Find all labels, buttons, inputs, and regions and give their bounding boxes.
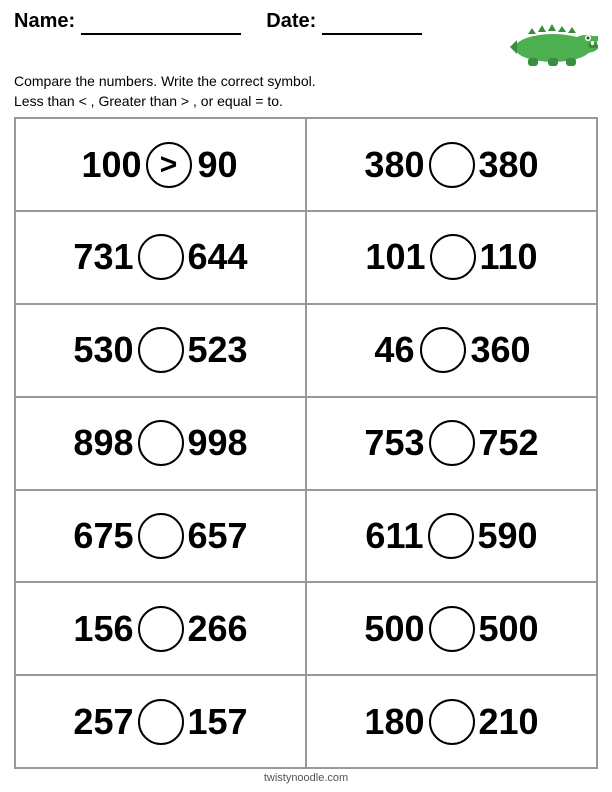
footer-text: twistynoodle.com: [264, 772, 348, 784]
symbol-circle[interactable]: [138, 327, 184, 373]
left-number: 101: [365, 236, 425, 278]
table-row: 898 998: [16, 398, 307, 491]
table-row: 530 523: [16, 305, 307, 398]
left-number: 257: [73, 701, 133, 743]
symbol-circle[interactable]: [429, 606, 475, 652]
table-row: 46 360: [307, 305, 598, 398]
left-number: 898: [73, 422, 133, 464]
table-row: 100>90: [16, 119, 307, 212]
symbol-circle[interactable]: [138, 420, 184, 466]
comparison-grid: 100>90 380 380 731 644 101 110 530 523 46 360 898 99…: [14, 117, 598, 769]
right-number: 266: [188, 608, 248, 650]
right-number: 380: [479, 144, 539, 186]
instructions: Compare the numbers. Write the correct s…: [14, 72, 598, 111]
right-number: 210: [479, 701, 539, 743]
table-row: 753 752: [307, 398, 598, 491]
left-number: 500: [364, 608, 424, 650]
instruction-line1: Compare the numbers. Write the correct s…: [14, 72, 598, 92]
left-number: 675: [73, 515, 133, 557]
right-number: 644: [188, 236, 248, 278]
right-number: 90: [196, 144, 240, 186]
left-number: 100: [81, 144, 141, 186]
right-number: 752: [479, 422, 539, 464]
left-number: 46: [372, 329, 416, 371]
table-row: 500 500: [307, 583, 598, 676]
symbol-circle[interactable]: [428, 513, 474, 559]
table-row: 257 157: [16, 676, 307, 769]
table-row: 180 210: [307, 676, 598, 769]
symbol-circle[interactable]: [138, 699, 184, 745]
right-number: 657: [188, 515, 248, 557]
table-row: 156 266: [16, 583, 307, 676]
right-number: 590: [478, 515, 538, 557]
date-label: Date:: [266, 10, 316, 32]
left-number: 611: [365, 515, 423, 557]
name-date-area: Name: Date:: [14, 10, 508, 35]
table-row: 675 657: [16, 491, 307, 584]
right-number: 500: [479, 608, 539, 650]
symbol-circle[interactable]: [429, 142, 475, 188]
footer: twistynoodle.com: [14, 769, 598, 786]
right-number: 523: [188, 329, 248, 371]
table-row: 101 110: [307, 212, 598, 305]
table-row: 380 380: [307, 119, 598, 212]
symbol-circle[interactable]: >: [146, 142, 192, 188]
left-number: 156: [73, 608, 133, 650]
left-number: 731: [73, 236, 133, 278]
header-row: Name: Date:: [14, 10, 598, 70]
name-underline: [81, 10, 241, 35]
instruction-line2: Less than < , Greater than > , or equal …: [14, 92, 598, 112]
name-label: Name:: [14, 10, 75, 32]
right-number: 110: [480, 236, 538, 278]
symbol-circle[interactable]: [138, 606, 184, 652]
symbol-circle[interactable]: [420, 327, 466, 373]
symbol-circle[interactable]: [429, 699, 475, 745]
table-row: 731 644: [16, 212, 307, 305]
alligator-icon: [508, 10, 598, 70]
right-number: 157: [188, 701, 248, 743]
left-number: 753: [364, 422, 424, 464]
left-number: 380: [364, 144, 424, 186]
page: Name: Date:: [0, 0, 612, 792]
right-number: 998: [188, 422, 248, 464]
symbol-circle[interactable]: [429, 420, 475, 466]
date-underline: [322, 10, 422, 35]
symbol-circle[interactable]: [138, 234, 184, 280]
symbol-circle[interactable]: [138, 513, 184, 559]
right-number: 360: [470, 329, 530, 371]
left-number: 180: [364, 701, 424, 743]
left-number: 530: [73, 329, 133, 371]
symbol-circle[interactable]: [430, 234, 476, 280]
table-row: 611 590: [307, 491, 598, 584]
